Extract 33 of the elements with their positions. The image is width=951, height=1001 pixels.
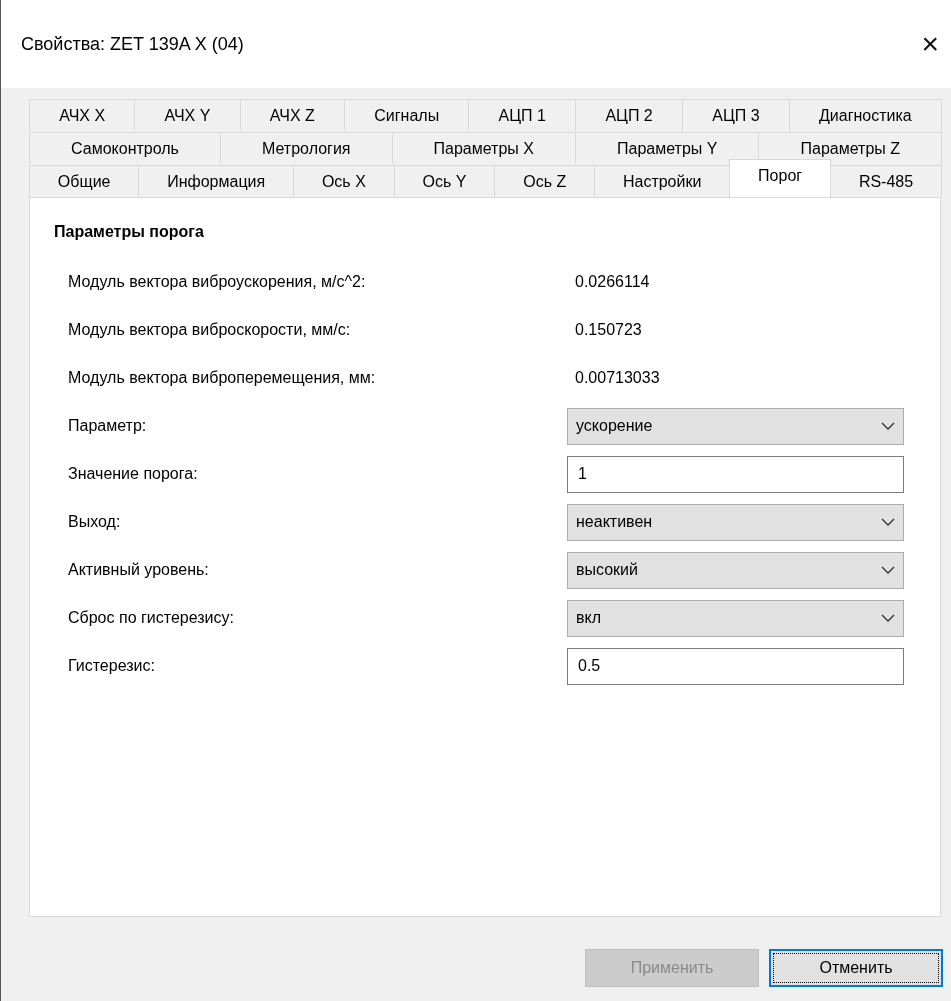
field-label: Активный уровень:: [67, 560, 210, 580]
field-label: Модуль вектора виброперемещения, мм:: [67, 368, 377, 388]
dropdown[interactable]: ускорение: [567, 407, 904, 445]
field-label: Сброс по гистерезису:: [67, 608, 235, 628]
window-title: Свойства: ZET 139A X (04): [21, 32, 244, 56]
tab[interactable]: Общие: [29, 165, 140, 197]
chevron-down-icon: [881, 518, 895, 526]
value-text: 0.0266114: [574, 273, 650, 290]
tab[interactable]: RS-485: [830, 165, 942, 197]
field-label: Гистерезис:: [67, 656, 156, 676]
value-text: 0.150723: [574, 321, 642, 338]
chevron-down-icon: [881, 566, 895, 574]
close-button[interactable]: ×: [915, 29, 945, 59]
tab[interactable]: АЧХ X: [29, 99, 136, 131]
dropdown[interactable]: вкл: [567, 599, 904, 637]
field-label: Модуль вектора виброскорости, мм/с:: [67, 320, 352, 340]
value-text: 0.00713033: [574, 369, 660, 386]
dropdown[interactable]: высокий: [567, 551, 904, 589]
tab[interactable]: Параметры Z: [758, 132, 943, 164]
tab[interactable]: Самоконтроль: [29, 132, 221, 164]
field-label: Модуль вектора виброускорения, м/с^2:: [67, 272, 367, 292]
section-title: Параметры порога: [54, 222, 205, 242]
dialog-button[interactable]: Отменить: [769, 949, 943, 987]
chevron-down-icon: [881, 614, 895, 622]
field-label: Выход:: [67, 512, 122, 532]
field-label: Параметр:: [67, 416, 148, 436]
field-label: Значение порога:: [67, 464, 199, 484]
chevron-down-icon: [881, 422, 895, 430]
input-field[interactable]: 1: [567, 455, 904, 493]
tab[interactable]: Порог: [729, 159, 831, 197]
input-field[interactable]: 0.5: [567, 647, 904, 685]
dropdown[interactable]: неактивен: [567, 503, 904, 541]
tab[interactable]: Диагностика: [788, 99, 942, 131]
